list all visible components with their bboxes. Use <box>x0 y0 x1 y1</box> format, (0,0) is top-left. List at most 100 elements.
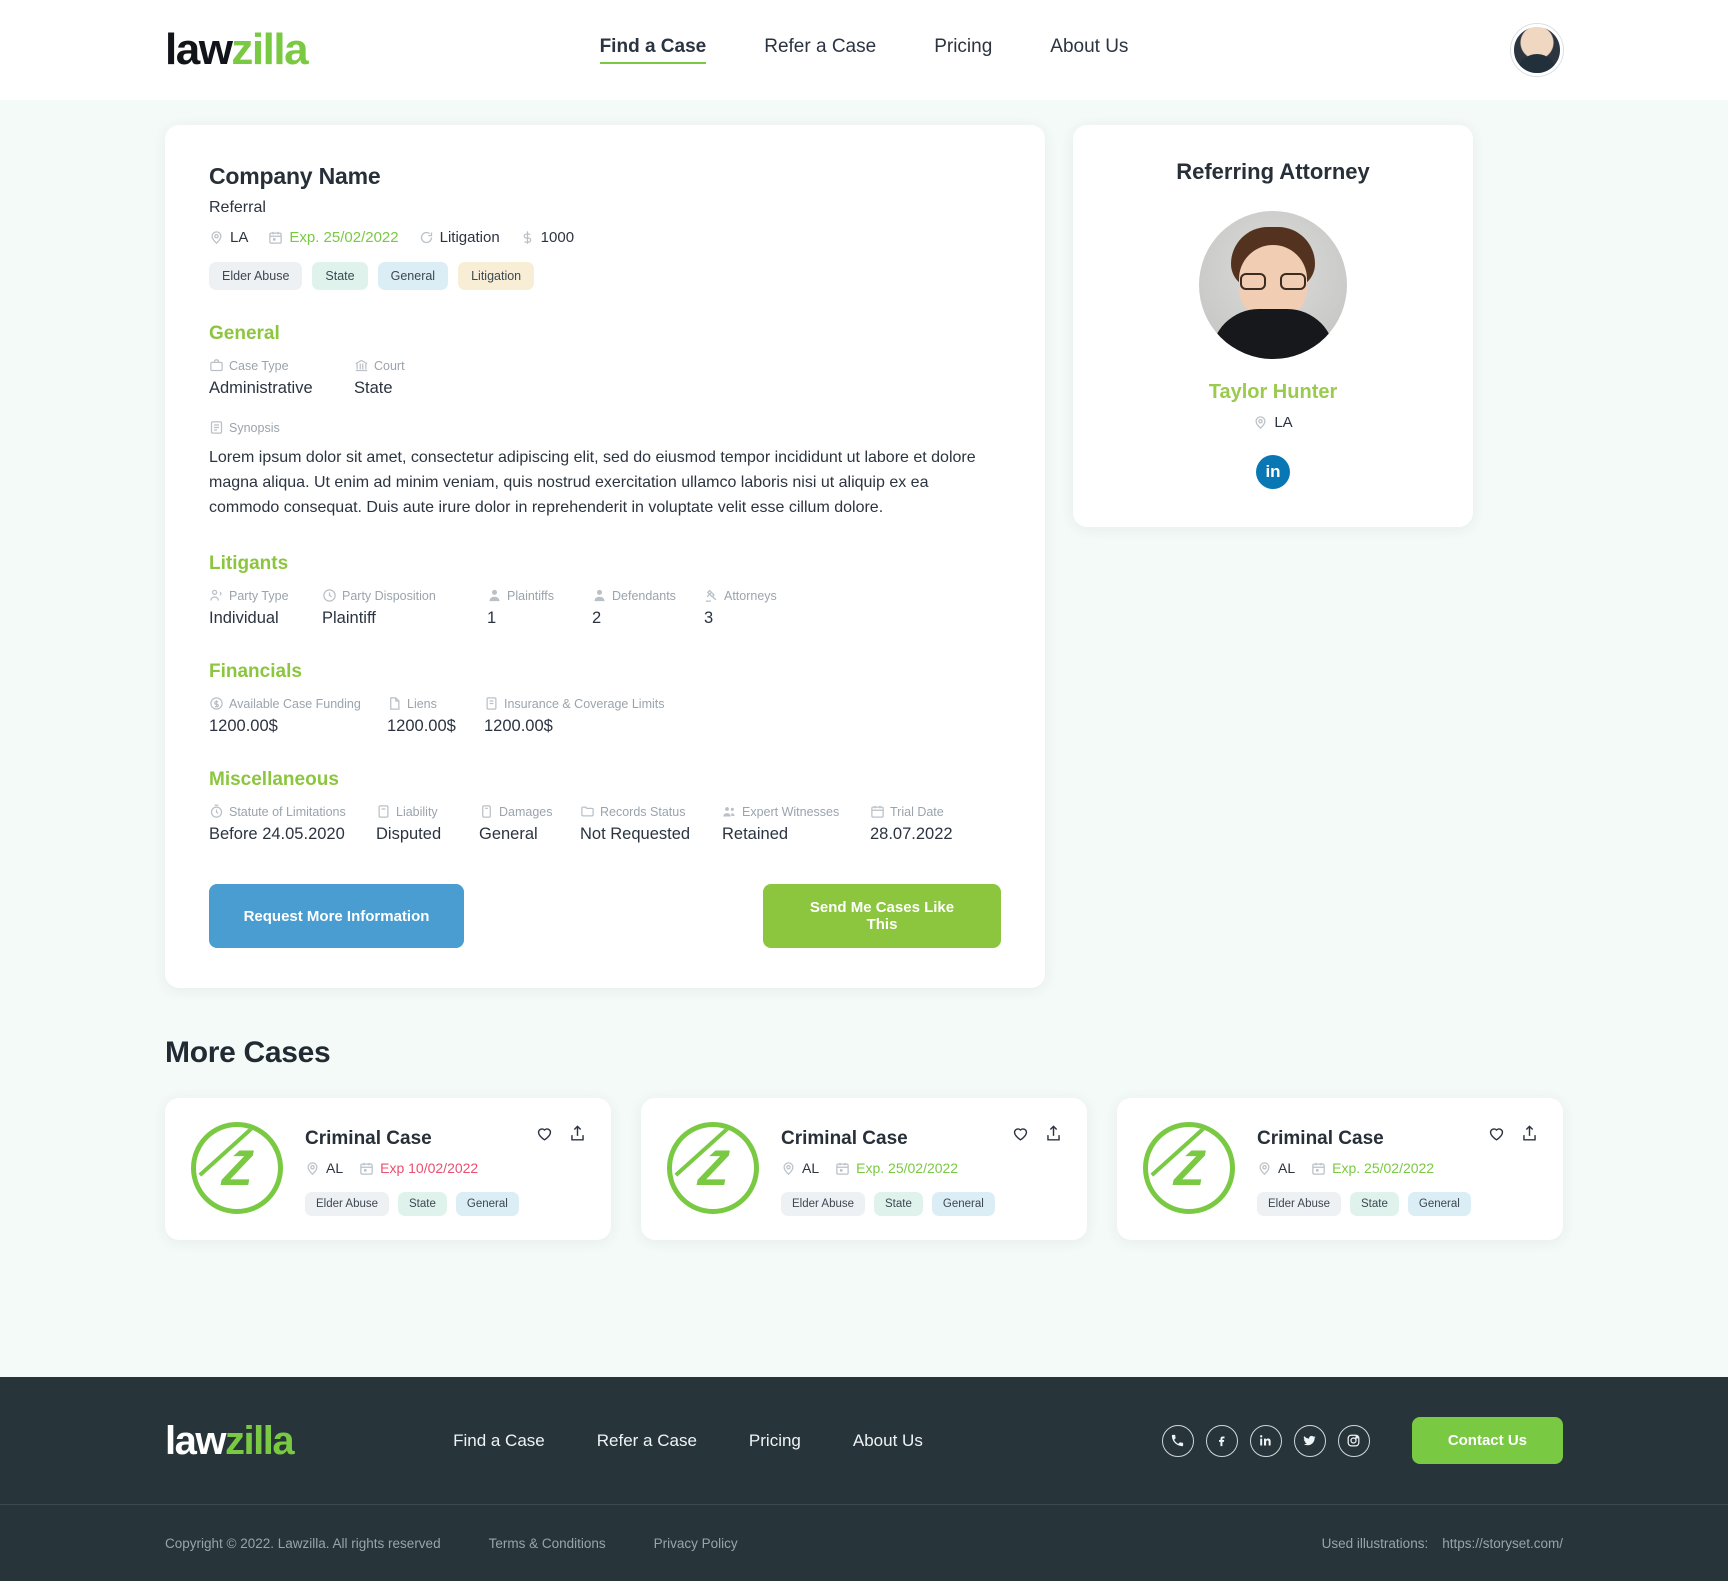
mini-case-tags: Elder Abuse State General <box>305 1192 585 1217</box>
case-tag[interactable]: Litigation <box>458 262 535 290</box>
mini-case-expiry: Exp. 25/02/2022 <box>835 1160 958 1176</box>
linkedin-icon[interactable]: in <box>1256 455 1290 489</box>
field-value: 1200.00$ <box>387 717 456 736</box>
share-icon[interactable] <box>1044 1124 1063 1143</box>
field-value: Plaintiff <box>322 609 376 628</box>
more-cases-list: Z Criminal Case AL Exp 10/02/2022 Elder … <box>165 1098 1563 1241</box>
header-logo[interactable]: lawzilla <box>165 28 309 72</box>
case-tag[interactable]: Elder Abuse <box>209 262 303 290</box>
mini-card-actions <box>1011 1124 1063 1143</box>
portrait-body <box>1211 309 1335 359</box>
case-tag[interactable]: State <box>874 1192 923 1217</box>
heart-icon[interactable] <box>535 1124 554 1143</box>
case-tag[interactable]: Elder Abuse <box>305 1192 390 1217</box>
case-tag[interactable]: Elder Abuse <box>1257 1192 1342 1217</box>
field-label-text: Synopsis <box>229 420 280 435</box>
send-me-cases-like-this-button[interactable]: Send Me Cases Like This <box>763 884 1001 949</box>
nav-item-about-us[interactable]: About Us <box>1050 36 1128 64</box>
book-icon <box>479 804 494 819</box>
folder-icon <box>580 804 595 819</box>
field-value: State <box>354 379 393 397</box>
calendar-icon <box>359 1161 374 1176</box>
nav-item-pricing[interactable]: Pricing <box>934 36 992 64</box>
mini-case-expiry-label: Exp. 25/02/2022 <box>1332 1160 1435 1177</box>
phone-icon[interactable] <box>1161 1424 1194 1457</box>
footer-nav: Find a Case Refer a Case Pricing About U… <box>453 1431 923 1451</box>
case-tag[interactable]: State <box>1350 1192 1399 1217</box>
linkedin-icon[interactable] <box>1249 1424 1282 1457</box>
field-value: General <box>479 825 538 844</box>
field-label: Synopsis <box>209 420 280 435</box>
share-icon[interactable] <box>1520 1124 1539 1143</box>
case-location: LA <box>209 229 248 246</box>
footer-nav-item-about-us[interactable]: About Us <box>853 1431 923 1451</box>
mini-case-expiry: Exp. 25/02/2022 <box>1311 1160 1434 1176</box>
field-liability: Liability Disputed <box>376 804 479 844</box>
footer-nav-item-find-a-case[interactable]: Find a Case <box>453 1431 545 1451</box>
list-item[interactable]: Z Criminal Case AL Exp 10/02/2022 Elder … <box>165 1098 611 1241</box>
calendar-icon <box>268 230 283 245</box>
section-heading-financials: Financials <box>209 661 302 683</box>
contact-us-button[interactable]: Contact Us <box>1411 1417 1563 1464</box>
field-party-type: Party Type Individual <box>209 588 322 628</box>
heart-icon[interactable] <box>1011 1124 1030 1143</box>
heart-icon[interactable] <box>1487 1124 1506 1143</box>
request-more-information-button[interactable]: Request More Information <box>209 884 464 949</box>
instagram-icon[interactable] <box>1337 1424 1370 1457</box>
field-label: Insurance & Coverage Limits <box>484 696 684 711</box>
field-trial-date: Trial Date 28.07.2022 <box>870 804 990 844</box>
referring-attorney-card: Referring Attorney Taylor Hunter LA in <box>1073 125 1473 527</box>
case-tag[interactable]: Elder Abuse <box>781 1192 866 1217</box>
terms-and-conditions-link[interactable]: Terms & Conditions <box>489 1536 606 1551</box>
attorney-location-label: LA <box>1274 414 1293 431</box>
case-tag[interactable]: General <box>377 262 449 290</box>
footer-nav-item-refer-a-case[interactable]: Refer a Case <box>597 1431 697 1451</box>
case-tag[interactable]: State <box>312 262 368 290</box>
list-item[interactable]: Z Criminal Case AL Exp. 25/02/2022 Elder… <box>641 1098 1087 1241</box>
case-expiry: Exp. 25/02/2022 <box>268 229 399 246</box>
case-tag[interactable]: General <box>931 1192 995 1217</box>
mini-case-meta: AL Exp 10/02/2022 <box>305 1160 585 1176</box>
case-location-label: LA <box>230 229 249 246</box>
facebook-icon[interactable] <box>1205 1424 1238 1457</box>
field-label: Trial Date <box>870 804 990 819</box>
field-records-status: Records Status Not Requested <box>580 804 722 844</box>
field-value: 28.07.2022 <box>870 825 953 844</box>
field-label: Liens <box>387 696 484 711</box>
nav-item-find-a-case[interactable]: Find a Case <box>599 36 707 64</box>
list-item[interactable]: Z Criminal Case AL Exp. 25/02/2022 Elder… <box>1117 1098 1563 1241</box>
share-icon[interactable] <box>568 1124 587 1143</box>
case-tag[interactable]: State <box>398 1192 447 1217</box>
calendar-icon <box>1311 1161 1326 1176</box>
clock-face-icon <box>322 588 337 603</box>
mini-card-actions <box>535 1124 587 1143</box>
field-value: Disputed <box>376 825 442 844</box>
field-value: Retained <box>722 825 789 844</box>
case-subtitle: Referral <box>209 199 266 216</box>
twitter-icon[interactable] <box>1293 1424 1326 1457</box>
field-label: Defendants <box>592 588 704 603</box>
illustration-credit-link[interactable]: https://storyset.com/ <box>1442 1536 1563 1551</box>
footer-nav-item-pricing[interactable]: Pricing <box>749 1431 801 1451</box>
field-label-text: Expert Witnesses <box>742 804 840 819</box>
copyright-text: Copyright © 2022. Lawzilla. All rights r… <box>165 1535 441 1551</box>
dollar-icon <box>520 230 535 245</box>
field-label-text: Available Case Funding <box>229 696 361 711</box>
field-label-text: Trial Date <box>890 804 944 819</box>
footer-logo[interactable]: lawzilla <box>165 1421 295 1461</box>
field-label-text: Records Status <box>600 804 686 819</box>
section-heading-general: General <box>209 323 280 344</box>
field-label-text: Attorneys <box>724 588 777 603</box>
field-label-text: Defendants <box>612 588 676 603</box>
mini-case-location-label: AL <box>1278 1160 1296 1177</box>
case-tag[interactable]: General <box>455 1192 519 1217</box>
illustration-credit: Used illustrations: https://storyset.com… <box>1322 1536 1563 1551</box>
case-tag[interactable]: General <box>1407 1192 1471 1217</box>
synopsis-block: Synopsis Lorem ipsum dolor sit amet, con… <box>209 420 1001 520</box>
privacy-policy-link[interactable]: Privacy Policy <box>654 1536 738 1551</box>
field-label-text: Liens <box>407 696 437 711</box>
general-fields: Case Type Administrative Court State <box>209 358 1001 398</box>
avatar[interactable] <box>1511 24 1563 76</box>
case-practice-label: Litigation <box>439 229 500 246</box>
nav-item-refer-a-case[interactable]: Refer a Case <box>764 36 876 64</box>
